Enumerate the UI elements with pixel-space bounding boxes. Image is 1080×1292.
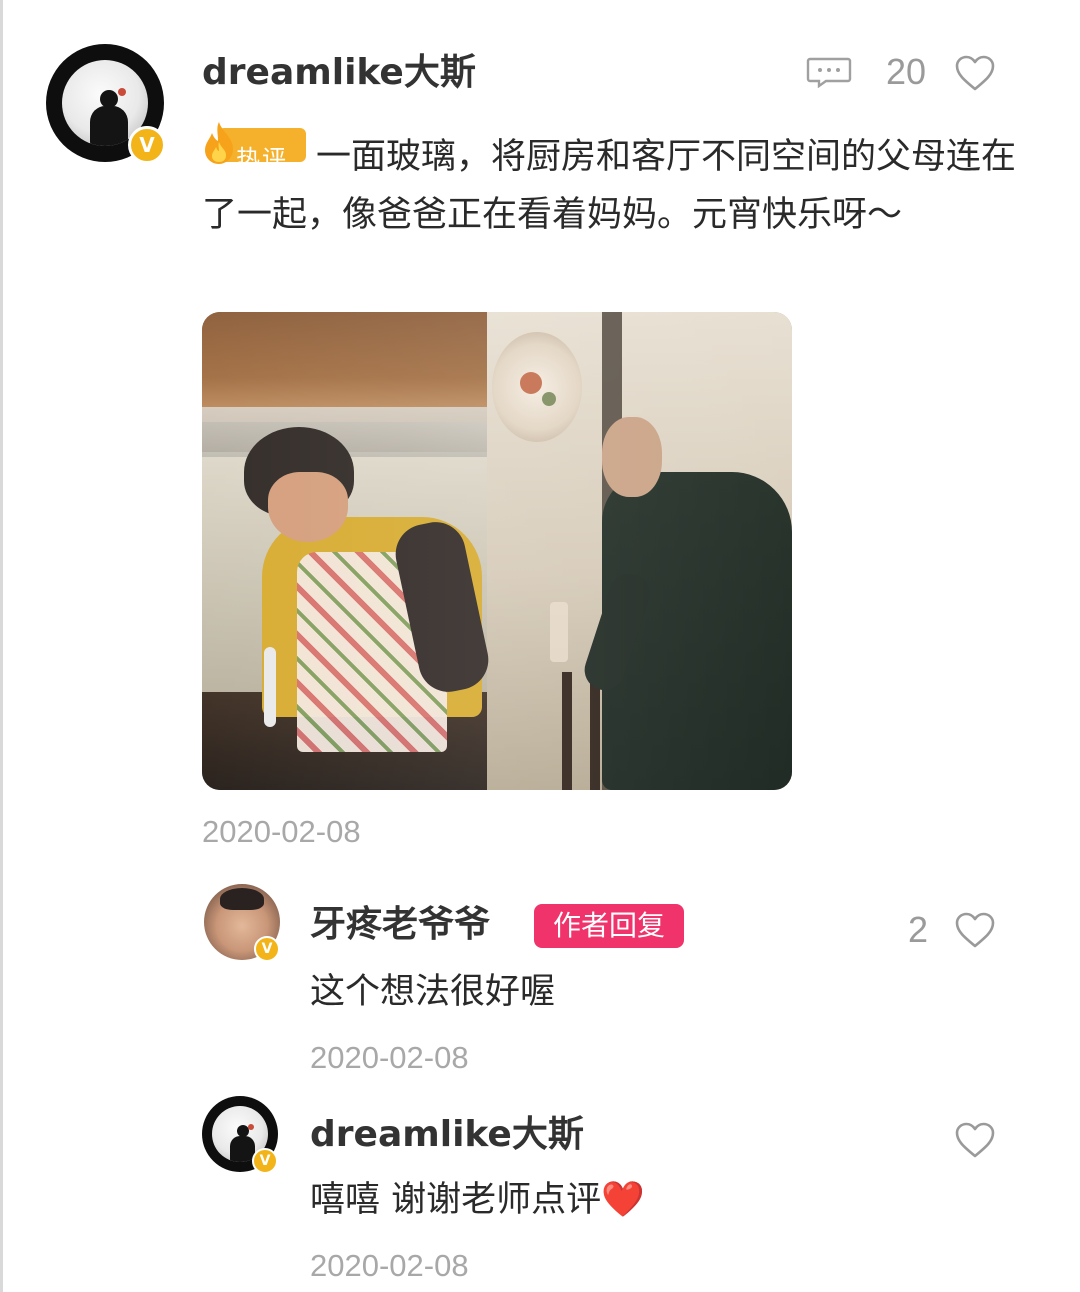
comment-date: 2020-02-08	[202, 814, 361, 849]
reply-date: 2020-02-08	[310, 1040, 469, 1075]
verified-icon: V	[252, 1148, 278, 1174]
like-count: 2	[908, 909, 929, 950]
comment-username[interactable]: dreamlike大斯	[202, 50, 476, 96]
reply-avatar[interactable]: V	[202, 1096, 278, 1174]
heart-icon[interactable]	[954, 54, 996, 92]
main-avatar[interactable]: V	[46, 44, 166, 164]
flame-icon	[205, 122, 233, 164]
verified-icon: V	[128, 126, 166, 164]
reply-text: 这个想法很好喔	[310, 972, 556, 1012]
heart-icon[interactable]	[954, 911, 996, 949]
author-reply-tag: 作者回复	[534, 904, 684, 948]
hot-comment-tag: 热评	[202, 122, 306, 173]
verified-icon: V	[254, 936, 280, 962]
reply-username[interactable]: 牙疼老爷爷	[310, 902, 490, 948]
more-comment-icon[interactable]	[806, 56, 852, 88]
reply-date: 2020-02-08	[310, 1248, 469, 1283]
comment-text: 一面玻璃，将厨房和客厅不同空间的父母连在了一起，像爸爸正在看着妈妈。元宵快乐呀～	[202, 137, 1017, 235]
left-edge-line	[0, 0, 3, 1292]
reply-text: 嘻嘻 谢谢老师点评❤️	[310, 1180, 645, 1220]
heart-icon[interactable]	[954, 1121, 996, 1159]
comment-body: 热评 一面玻璃，将厨房和客厅不同空间的父母连在了一起，像爸爸正在看着妈妈。元宵快…	[202, 122, 1042, 244]
reply-avatar[interactable]: V	[204, 884, 280, 962]
reply-username[interactable]: dreamlike大斯	[310, 1112, 584, 1158]
comment-image[interactable]	[202, 312, 792, 790]
like-count: 20	[886, 51, 927, 92]
